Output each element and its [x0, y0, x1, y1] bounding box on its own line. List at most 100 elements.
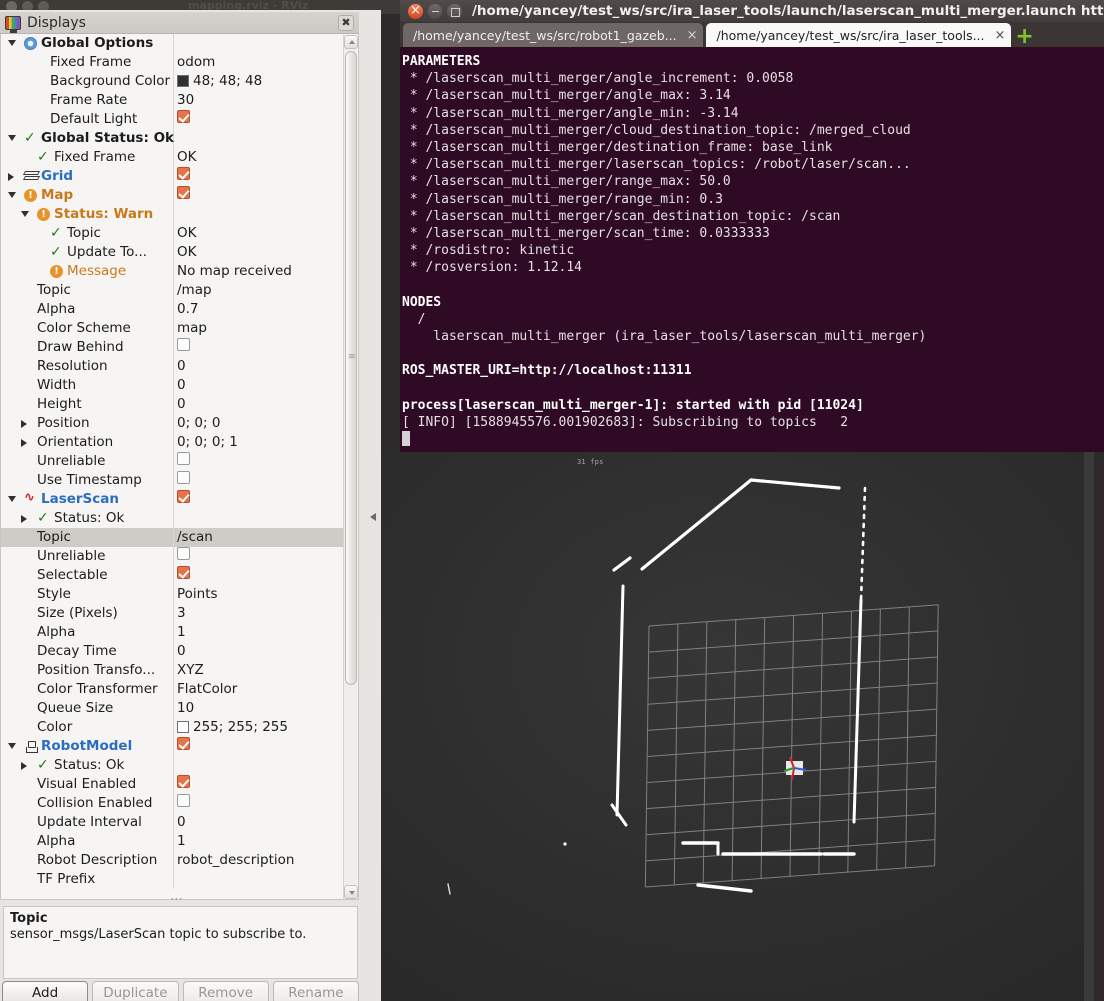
tree-row-value[interactable]: 0 [177, 376, 186, 395]
new-tab-icon[interactable]: + [1015, 26, 1033, 48]
tree-row[interactable]: Color Transformer FlatColor [1, 680, 345, 699]
tree-row-value[interactable]: 0 [177, 642, 186, 661]
scroll-up-icon[interactable] [344, 35, 358, 49]
scrollbar-thumb[interactable] [345, 51, 357, 685]
tree-row[interactable]: Update Interval 0 [1, 813, 345, 832]
tree-row[interactable]: Size (Pixels) 3 [1, 604, 345, 623]
tree-row-value[interactable]: OK [177, 243, 196, 262]
tree-row-value[interactable]: 0 [177, 813, 186, 832]
chevron-down-icon[interactable] [8, 40, 16, 46]
terminal-close-icon[interactable] [408, 2, 423, 19]
tree-row[interactable]: Alpha 1 [1, 832, 345, 851]
tree-row[interactable]: Default Light [1, 110, 345, 129]
terminal-tab-1-close-icon[interactable]: × [687, 28, 698, 43]
tree-row[interactable]: Decay Time 0 [1, 642, 345, 661]
tree-row-value[interactable]: OK [177, 148, 196, 167]
tree-row[interactable]: Alpha 0.7 [1, 300, 345, 319]
checkbox-checked[interactable] [177, 566, 190, 579]
tree-row[interactable]: Orientation 0; 0; 0; 1 [1, 433, 345, 452]
checkbox-unchecked[interactable] [177, 794, 190, 807]
tree-row-value[interactable]: 48; 48; 48 [177, 72, 262, 91]
panel-collapse-arrow-icon[interactable] [368, 510, 379, 524]
checkbox-unchecked[interactable] [177, 471, 190, 484]
tree-row-value[interactable]: 30 [177, 91, 194, 110]
chevron-right-icon[interactable] [21, 419, 27, 428]
tree-row[interactable]: Unreliable [1, 547, 345, 566]
terminal-output[interactable]: PARAMETERS * /laserscan_multi_merger/ang… [400, 47, 1104, 452]
tree-row[interactable]: Robot Description robot_description [1, 851, 345, 870]
tree-row[interactable]: Width 0 [1, 376, 345, 395]
terminal-window[interactable]: /home/yancey/test_ws/src/ira_laser_tools… [400, 0, 1104, 452]
chevron-down-icon[interactable] [8, 135, 16, 141]
tree-row[interactable]: ✓ Fixed Frame OK [1, 148, 345, 167]
checkbox-unchecked[interactable] [177, 338, 190, 351]
duplicate-button[interactable]: Duplicate [92, 981, 179, 1001]
add-button[interactable]: Add [2, 981, 89, 1001]
tree-row[interactable]: Grid [1, 167, 345, 186]
tree-row[interactable]: ✓ Status: Ok [1, 509, 345, 528]
tree-row-value[interactable]: XYZ [177, 661, 204, 680]
checkbox-checked[interactable] [177, 110, 190, 123]
tree-row[interactable]: Topic/map [1, 281, 345, 300]
tree-row[interactable]: Frame Rate 30 [1, 91, 345, 110]
checkbox-unchecked[interactable] [177, 452, 190, 465]
color-swatch[interactable] [177, 721, 189, 733]
tree-row[interactable]: ✓ Topic OK [1, 224, 345, 243]
tree-row[interactable]: TF Prefix [1, 870, 345, 889]
displays-tree[interactable]: Global Options Fixed Frame odom Background … [0, 34, 359, 900]
checkbox-checked[interactable] [177, 167, 190, 180]
chevron-right-icon[interactable] [21, 514, 27, 523]
chevron-right-icon[interactable] [8, 172, 14, 181]
chevron-down-icon[interactable] [8, 496, 16, 502]
tree-row[interactable]: Use Timestamp [1, 471, 345, 490]
tree-row-value[interactable] [177, 110, 190, 129]
tree-row[interactable]: Collision Enabled [1, 794, 345, 813]
chevron-right-icon[interactable] [21, 761, 27, 770]
terminal-tab-1[interactable]: /home/yancey/test_ws/src/robot1_gazeb...… [403, 23, 704, 47]
checkbox-checked[interactable] [177, 737, 190, 750]
terminal-tabbar[interactable]: /home/yancey/test_ws/src/robot1_gazeb...… [400, 22, 1104, 48]
tree-row-value[interactable]: 255; 255; 255 [177, 718, 288, 737]
tree-row-value[interactable]: FlatColor [177, 680, 237, 699]
tree-row-value[interactable]: 0; 0; 0; 1 [177, 433, 238, 452]
tree-row-value[interactable]: 0 [177, 357, 186, 376]
tree-row-value[interactable] [177, 775, 190, 794]
tree-row-value[interactable] [177, 471, 190, 490]
tree-row-value[interactable]: odom [177, 53, 215, 72]
checkbox-checked[interactable] [177, 490, 190, 503]
tree-row[interactable]: Position 0; 0; 0 [1, 414, 345, 433]
chevron-down-icon[interactable] [8, 743, 16, 749]
color-swatch[interactable] [177, 75, 189, 87]
tree-row-value[interactable] [177, 452, 190, 471]
rename-button[interactable]: Rename [272, 981, 359, 1001]
tree-row[interactable]: Color 255; 255; 255 [1, 718, 345, 737]
tree-row[interactable]: ! Message No map received [1, 262, 345, 281]
tree-row-value[interactable]: OK [177, 224, 196, 243]
tree-row-value[interactable]: Points [177, 585, 218, 604]
tree-row-value[interactable]: 1 [177, 623, 186, 642]
tree-row-value[interactable]: 1 [177, 832, 186, 851]
tree-row[interactable]: Fixed Frame odom [1, 53, 345, 72]
tree-row[interactable]: ✓ Global Status: Ok [1, 129, 345, 148]
terminal-tab-2-close-icon[interactable]: × [995, 28, 1006, 43]
rviz-3d-viewport[interactable]: 31 fps [381, 450, 1094, 1001]
tree-row-value[interactable]: 0.7 [177, 300, 198, 319]
tree-row-value[interactable] [177, 186, 190, 205]
tree-row-value[interactable]: /scan [177, 528, 213, 547]
tree-row-value[interactable] [177, 490, 190, 509]
tree-row-value[interactable] [177, 167, 190, 186]
chevron-down-icon[interactable] [21, 211, 29, 217]
tree-row-value[interactable] [177, 547, 190, 566]
checkbox-unchecked[interactable] [177, 547, 190, 560]
tree-row-value[interactable] [177, 338, 190, 357]
tree-row-value[interactable]: /map [177, 281, 212, 300]
tree-row-value[interactable]: 0; 0; 0 [177, 414, 220, 433]
tree-row-value[interactable] [177, 794, 190, 813]
tree-row[interactable]: Resolution 0 [1, 357, 345, 376]
tree-row[interactable]: Topic/scan [1, 528, 345, 547]
terminal-minimize-icon[interactable] [427, 3, 443, 19]
checkbox-checked[interactable] [177, 775, 190, 788]
tree-row[interactable]: Draw Behind [1, 338, 345, 357]
tree-vertical-scrollbar[interactable] [343, 35, 358, 899]
tree-row[interactable]: ! Map [1, 186, 345, 205]
